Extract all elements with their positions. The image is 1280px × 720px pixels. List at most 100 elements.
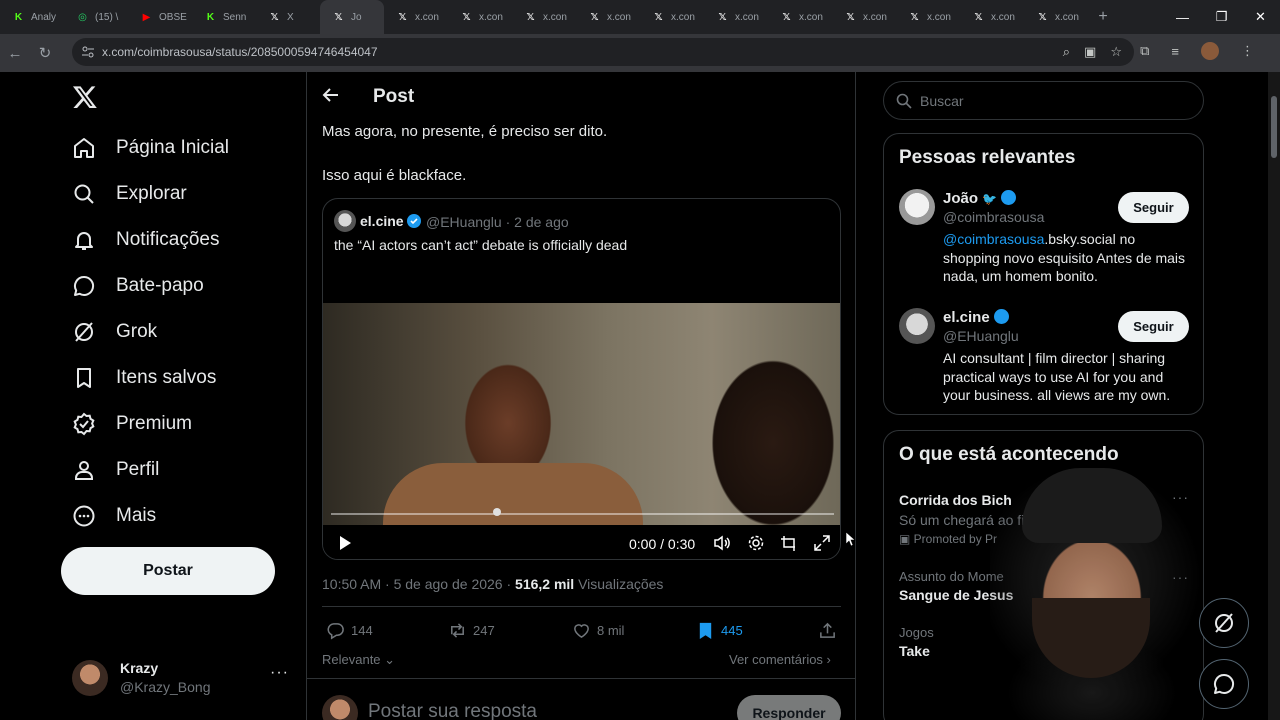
bookmark-icon xyxy=(77,368,91,388)
like-action[interactable]: 8 mil xyxy=(572,621,624,640)
url-text: x.com/coimbrasousa/status/20850005947464… xyxy=(102,45,378,59)
nav-explore[interactable]: Explorar xyxy=(72,174,187,214)
browser-tab[interactable]: K Senn xyxy=(192,0,256,34)
browser-tab[interactable]: ◎ (15) \ xyxy=(64,0,128,34)
browser-tab-title: (15) \ xyxy=(95,11,119,23)
browser-tab[interactable]: ▶ OBSE xyxy=(128,0,192,34)
follow-button[interactable]: Seguir xyxy=(1118,311,1189,342)
search-input[interactable]: Buscar xyxy=(883,81,1204,120)
share-icon xyxy=(820,622,835,638)
browser-tab-title: x.con xyxy=(479,11,503,23)
browser-tab[interactable]: 𝕏x.con xyxy=(960,0,1024,34)
minimize-button[interactable]: — xyxy=(1163,0,1202,34)
messages-fab[interactable] xyxy=(1199,659,1249,709)
quoted-tweet[interactable]: el.cine @EHuanglu · 2 de ago the “AI act… xyxy=(322,198,841,560)
tweet-text-line: Mas agora, no presente, é preciso ser di… xyxy=(322,123,608,140)
zoom-icon[interactable]: ⌕ xyxy=(1063,44,1070,60)
grok-fab[interactable] xyxy=(1199,598,1249,648)
person-icon xyxy=(75,461,93,480)
browser-tab[interactable]: 𝕏 Jo xyxy=(320,0,384,34)
browser-tab-bar: K Analy ◎ (15) \ ▶ OBSE K Senn 𝕏 X 𝕏 Jo 𝕏x.con 𝕏x.con… xyxy=(0,0,1280,34)
x-favicon-icon: 𝕏 xyxy=(654,11,663,23)
browser-tab[interactable]: 𝕏x.con xyxy=(640,0,704,34)
browser-tab-title: Senn xyxy=(223,11,247,23)
maximize-button[interactable]: ❐ xyxy=(1202,0,1241,34)
volume-icon[interactable] xyxy=(713,534,731,552)
browser-menu-icon[interactable]: ⋮ xyxy=(1241,43,1254,59)
nav-home[interactable]: Página Inicial xyxy=(72,128,229,168)
nav-profile[interactable]: Perfil xyxy=(72,450,159,490)
browser-tab[interactable]: 𝕏x.con xyxy=(384,0,448,34)
heart-icon xyxy=(574,624,589,639)
bookmark-action[interactable]: 445 xyxy=(696,621,743,640)
browser-tab[interactable]: 𝕏x.con xyxy=(448,0,512,34)
account-switcher[interactable]: Krazy @Krazy_Bong ··· xyxy=(72,658,292,698)
play-icon[interactable] xyxy=(337,535,353,551)
verified-icon xyxy=(407,214,421,228)
video-controls: 0:00 / 0:30 xyxy=(323,525,840,559)
browser-tab[interactable]: K Analy xyxy=(0,0,64,34)
back-nav-icon[interactable]: ← xyxy=(0,38,30,68)
back-arrow-icon[interactable] xyxy=(321,85,341,105)
nav-bookmarks[interactable]: Itens salvos xyxy=(72,358,216,398)
new-tab-button[interactable]: + xyxy=(1088,8,1118,26)
nav-grok[interactable]: Grok xyxy=(72,312,157,352)
install-app-icon[interactable]: ▣ xyxy=(1084,44,1096,60)
reply-action[interactable]: 144 xyxy=(326,621,373,640)
profile-avatar[interactable] xyxy=(1201,42,1219,60)
browser-tab[interactable]: 𝕏X xyxy=(256,0,320,34)
browser-tab-title: OBSE xyxy=(159,11,187,23)
browser-tab[interactable]: 𝕏x.con xyxy=(704,0,768,34)
nav-premium[interactable]: Premium xyxy=(72,404,192,444)
browser-tab[interactable]: 𝕏x.con xyxy=(832,0,896,34)
nav-chat[interactable]: Bate-papo xyxy=(72,266,204,306)
repost-action[interactable]: 247 xyxy=(448,621,495,640)
browser-tab[interactable]: 𝕏x.con xyxy=(896,0,960,34)
fullscreen-icon[interactable] xyxy=(813,534,831,552)
post-button[interactable]: Postar xyxy=(61,547,275,595)
address-bar[interactable]: x.com/coimbrasousa/status/20850005947464… xyxy=(72,38,1134,66)
video-frame[interactable] xyxy=(323,303,840,525)
nav-chat-label: Bate-papo xyxy=(116,275,204,296)
tweet-timestamp[interactable]: 10:50 AM · 5 de ago de 2026 · xyxy=(322,576,515,592)
reply-input[interactable]: Postar sua resposta xyxy=(368,701,537,720)
nav-premium-label: Premium xyxy=(116,413,193,434)
more-icon[interactable]: ··· xyxy=(270,664,289,682)
scrollbar-thumb[interactable] xyxy=(1271,96,1277,158)
browser-tab[interactable]: 𝕏x.con xyxy=(768,0,832,34)
video-progress-bar[interactable] xyxy=(331,513,834,515)
window-controls: — ❐ ✕ xyxy=(1163,0,1280,34)
see-comments-link[interactable]: Ver comentários › xyxy=(729,652,831,667)
site-info-icon[interactable] xyxy=(81,45,95,59)
bookmark-star-icon[interactable]: ☆ xyxy=(1110,44,1122,60)
x-logo-icon[interactable] xyxy=(72,84,98,110)
browser-tab[interactable]: 𝕏x.con xyxy=(576,0,640,34)
reload-icon[interactable]: ↻ xyxy=(30,38,60,68)
mention-link[interactable]: @coimbrasousa xyxy=(943,231,1044,247)
browser-tab-title: x.con xyxy=(543,11,567,23)
whatsapp-favicon-icon: ◎ xyxy=(78,11,87,23)
extensions-icon[interactable]: ⧉ xyxy=(1140,43,1149,59)
chat-icon xyxy=(1214,673,1235,694)
sort-dropdown[interactable]: Relevante ⌄ xyxy=(322,652,395,668)
main-column: Post Mas agora, no presente, é preciso s… xyxy=(306,72,856,720)
close-window-button[interactable]: ✕ xyxy=(1241,0,1280,34)
video-progress-knob[interactable] xyxy=(492,508,501,516)
reply-button[interactable]: Responder xyxy=(737,695,841,720)
nav-more[interactable]: Mais xyxy=(72,496,156,536)
nav-more-label: Mais xyxy=(116,505,157,526)
picture-in-picture-icon[interactable] xyxy=(780,534,798,552)
sort-label: Relevante xyxy=(322,652,381,667)
follow-button[interactable]: Seguir xyxy=(1118,192,1189,223)
page-scrollbar[interactable] xyxy=(1268,72,1280,720)
share-action[interactable] xyxy=(818,621,837,640)
x-favicon-icon: 𝕏 xyxy=(270,11,279,23)
browser-tab[interactable]: 𝕏x.con xyxy=(1024,0,1088,34)
settings-gear-icon[interactable] xyxy=(747,534,765,552)
video-player[interactable]: 0:00 / 0:30 xyxy=(323,303,840,559)
chevron-down-icon: ⌄ xyxy=(380,652,396,667)
x-favicon-icon: 𝕏 xyxy=(910,11,919,23)
browser-tab[interactable]: 𝕏x.con xyxy=(512,0,576,34)
reading-list-icon[interactable]: ≡ xyxy=(1171,44,1179,59)
nav-notifications[interactable]: Notificações xyxy=(72,220,220,260)
